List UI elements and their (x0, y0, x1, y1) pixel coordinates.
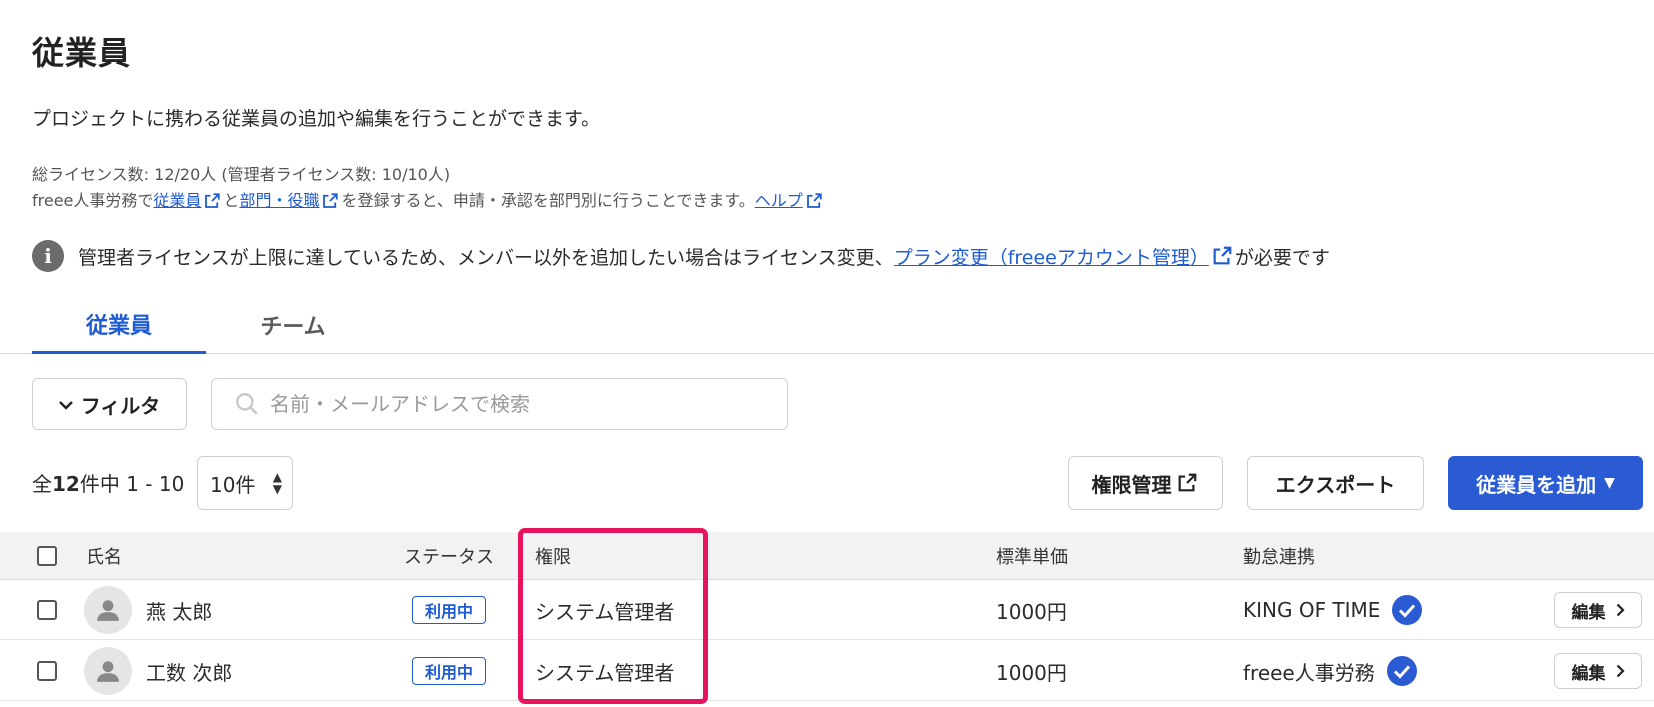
table-row[interactable]: 燕 太郎 利用中 システム管理者 1000円 KING OF TIME 編集 (0, 580, 1654, 640)
add-employee-label: 従業員を追加 (1476, 472, 1597, 497)
select-all-checkbox[interactable] (37, 532, 57, 580)
status-cell: 利用中 (412, 641, 487, 701)
per-page-value: 10件 (210, 472, 256, 497)
user-icon (84, 586, 132, 634)
count-total: 12 (52, 472, 80, 496)
notice-suffix: が必要です (1234, 246, 1330, 269)
license-info: 総ライセンス数: 12/20人 (管理者ライセンス数: 10/10人) free… (32, 162, 825, 214)
external-link-icon (1178, 473, 1196, 492)
status-badge: 利用中 (412, 657, 487, 685)
permission-management-button[interactable]: 権限管理 (1068, 456, 1223, 510)
status-cell: 利用中 (412, 580, 487, 640)
external-link-icon[interactable] (321, 192, 339, 210)
name-cell: 燕 太郎 (84, 580, 212, 640)
rate-cell: 1000円 (996, 660, 1067, 685)
integration-prefix: freee人事労務で (32, 191, 154, 210)
search-box (211, 378, 788, 430)
status-badge: 利用中 (412, 596, 487, 624)
table-row[interactable]: 工数 次郎 利用中 システム管理者 1000円 freee人事労務 編集 (0, 641, 1654, 701)
rate-cell: 1000円 (996, 599, 1067, 624)
filter-button[interactable]: フィルタ (32, 378, 187, 430)
integration-info: freee人事労務で 従業員 と 部門・役職 を登録すると、申請・承認を部門別に… (32, 188, 825, 214)
count-range: 件中 1 - 10 (79, 472, 185, 496)
header-status: ステータス (404, 547, 494, 568)
filter-label: フィルタ (80, 393, 161, 418)
role-cell: システム管理者 (535, 599, 675, 624)
chevron-right-icon (1616, 603, 1625, 617)
caret-down-icon: ▼ (1604, 475, 1615, 491)
edit-cell: 編集 (1554, 580, 1642, 640)
per-page-select[interactable]: 10件 ▲ ▼ (197, 456, 293, 510)
external-link-icon[interactable] (1211, 245, 1233, 267)
header-rate: 標準単価 (996, 547, 1068, 568)
search-input[interactable] (270, 392, 770, 416)
chevron-right-icon (1616, 664, 1625, 678)
license-notice: i 管理者ライセンスが上限に達しているため、メンバー以外を追加したい場合はライセ… (32, 240, 1330, 272)
attendance-cell: freee人事労務 (1243, 641, 1417, 701)
attendance-value: freee人事労務 (1243, 660, 1375, 685)
result-count: 全12件中 1 - 10 (32, 468, 184, 497)
edit-button[interactable]: 編集 (1554, 592, 1642, 628)
edit-label: 編集 (1571, 663, 1606, 684)
notice-text: 管理者ライセンスが上限に達しているため、メンバー以外を追加したい場合はライセンス… (78, 246, 894, 269)
tab-teams[interactable]: チーム (206, 296, 380, 354)
edit-label: 編集 (1571, 602, 1606, 623)
integration-and: と (223, 191, 240, 210)
tab-bar: 従業員 チーム (0, 296, 1654, 354)
license-count: 総ライセンス数: 12/20人 (管理者ライセンス数: 10/10人) (32, 165, 451, 184)
role-cell: システム管理者 (535, 660, 675, 685)
name-cell: 工数 次郎 (84, 641, 232, 701)
departments-link[interactable]: 部門・役職 (239, 188, 319, 214)
plan-change-link[interactable]: プラン変更（freeeアカウント管理） (894, 243, 1209, 270)
header-name: 氏名 (86, 547, 122, 568)
header-attendance: 勤怠連携 (1243, 547, 1315, 568)
check-circle-icon (1386, 656, 1417, 686)
add-employee-button[interactable]: 従業員を追加 ▼ (1448, 456, 1643, 510)
export-button[interactable]: エクスポート (1247, 456, 1424, 510)
edit-button[interactable]: 編集 (1554, 653, 1642, 689)
row-checkbox[interactable] (37, 641, 57, 701)
attendance-cell: KING OF TIME (1243, 580, 1423, 640)
info-icon: i (32, 240, 64, 272)
help-link[interactable]: ヘルプ (755, 188, 803, 214)
count-prefix: 全 (32, 472, 52, 496)
search-icon (236, 393, 258, 415)
external-link-icon[interactable] (203, 192, 221, 210)
select-arrows-icon: ▲ ▼ (272, 470, 282, 496)
employee-name: 工数 次郎 (146, 660, 233, 685)
permission-label: 権限管理 (1091, 472, 1172, 497)
attendance-value: KING OF TIME (1243, 598, 1381, 622)
employee-name: 燕 太郎 (146, 599, 213, 624)
integration-middle: を登録すると、申請・承認を部門別に行うことできます。 (341, 191, 755, 210)
page-description: プロジェクトに携わる従業員の追加や編集を行うことができます。 (32, 108, 601, 130)
check-circle-icon (1392, 595, 1423, 625)
header-role: 権限 (535, 547, 571, 568)
row-checkbox[interactable] (37, 580, 57, 640)
edit-cell: 編集 (1554, 641, 1642, 701)
user-icon (84, 647, 132, 695)
external-link-icon[interactable] (805, 192, 823, 210)
tab-employees[interactable]: 従業員 (32, 296, 206, 354)
chevron-down-icon (58, 395, 73, 414)
employees-link[interactable]: 従業員 (153, 188, 201, 214)
table-header: 氏名 ステータス 権限 標準単価 勤怠連携 (0, 532, 1654, 580)
page-title: 従業員 (32, 34, 132, 72)
